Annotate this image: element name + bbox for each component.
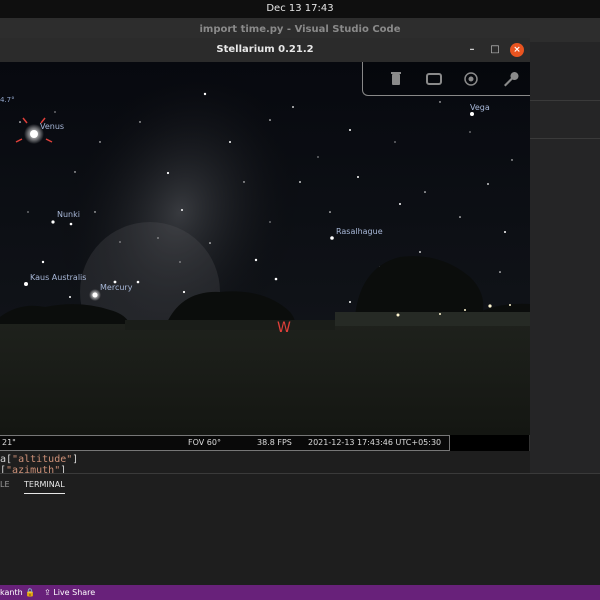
code-line: a["altitude"]	[0, 454, 79, 465]
label-rasalhague: Rasalhague	[336, 227, 383, 236]
label-edge-value: 4.7°	[0, 96, 15, 104]
tab-console[interactable]: LE	[0, 480, 10, 489]
sky-render: Vega Venus 4.7° Nunki Rasalhague Kaus Au…	[0, 62, 530, 435]
window-icon[interactable]	[425, 70, 443, 88]
star-nunki[interactable]	[51, 220, 55, 224]
label-vega: Vega	[470, 103, 490, 112]
status-fps: 38.8 FPS	[257, 438, 292, 447]
target-icon[interactable]	[462, 70, 480, 88]
star-kaus-australis[interactable]	[24, 282, 28, 286]
system-clock[interactable]: Dec 13 17:43	[266, 3, 333, 14]
label-kaus-australis: Kaus Australis	[30, 273, 86, 282]
sky-view[interactable]: Vega Venus 4.7° Nunki Rasalhague Kaus Au…	[0, 62, 530, 435]
tab-terminal[interactable]: TERMINAL	[24, 480, 65, 494]
cardinal-west: W	[277, 320, 291, 336]
stellarium-toolbar	[362, 62, 530, 96]
system-top-bar: Dec 13 17:43	[0, 0, 600, 18]
wrench-icon[interactable]	[501, 70, 519, 88]
label-venus: Venus	[40, 122, 64, 131]
status-datetime: 2021-12-13 17:43:46 UTC+05:30	[308, 438, 442, 447]
bin-icon[interactable]	[387, 70, 405, 88]
window-title: Stellarium 0.21.2	[216, 44, 314, 55]
close-button[interactable]: ×	[510, 43, 524, 57]
ground	[0, 324, 530, 435]
stellarium-titlebar: Stellarium 0.21.2 – □ ×	[0, 38, 530, 62]
share-icon: ⇪	[44, 588, 51, 597]
status-bar: kanth 🔒 ⇪ Live Share	[0, 585, 600, 600]
status-fov: FOV 60°	[188, 438, 221, 447]
lock-icon: 🔒	[25, 588, 36, 597]
minimize-button[interactable]: –	[462, 38, 482, 62]
vscode-editor-visible-edge	[530, 42, 600, 482]
panel-tabs: LE TERMINAL	[0, 473, 600, 497]
label-mercury: Mercury	[100, 283, 133, 292]
stellarium-window: Stellarium 0.21.2 – □ × Vega Venus 4.7° …	[0, 38, 530, 451]
stellarium-status-bar: 21" FOV 60° 38.8 FPS 2021-12-13 17:43:46…	[0, 435, 450, 451]
account-status[interactable]: kanth 🔒	[0, 585, 35, 600]
star-vega[interactable]	[470, 112, 474, 116]
maximize-button[interactable]: □	[485, 38, 505, 62]
status-coordinate: 21"	[2, 438, 16, 447]
label-nunki: Nunki	[57, 210, 80, 219]
star-rasalhague[interactable]	[330, 236, 334, 240]
terminal[interactable]	[0, 497, 600, 585]
live-share-button[interactable]: ⇪ Live Share	[44, 585, 95, 600]
